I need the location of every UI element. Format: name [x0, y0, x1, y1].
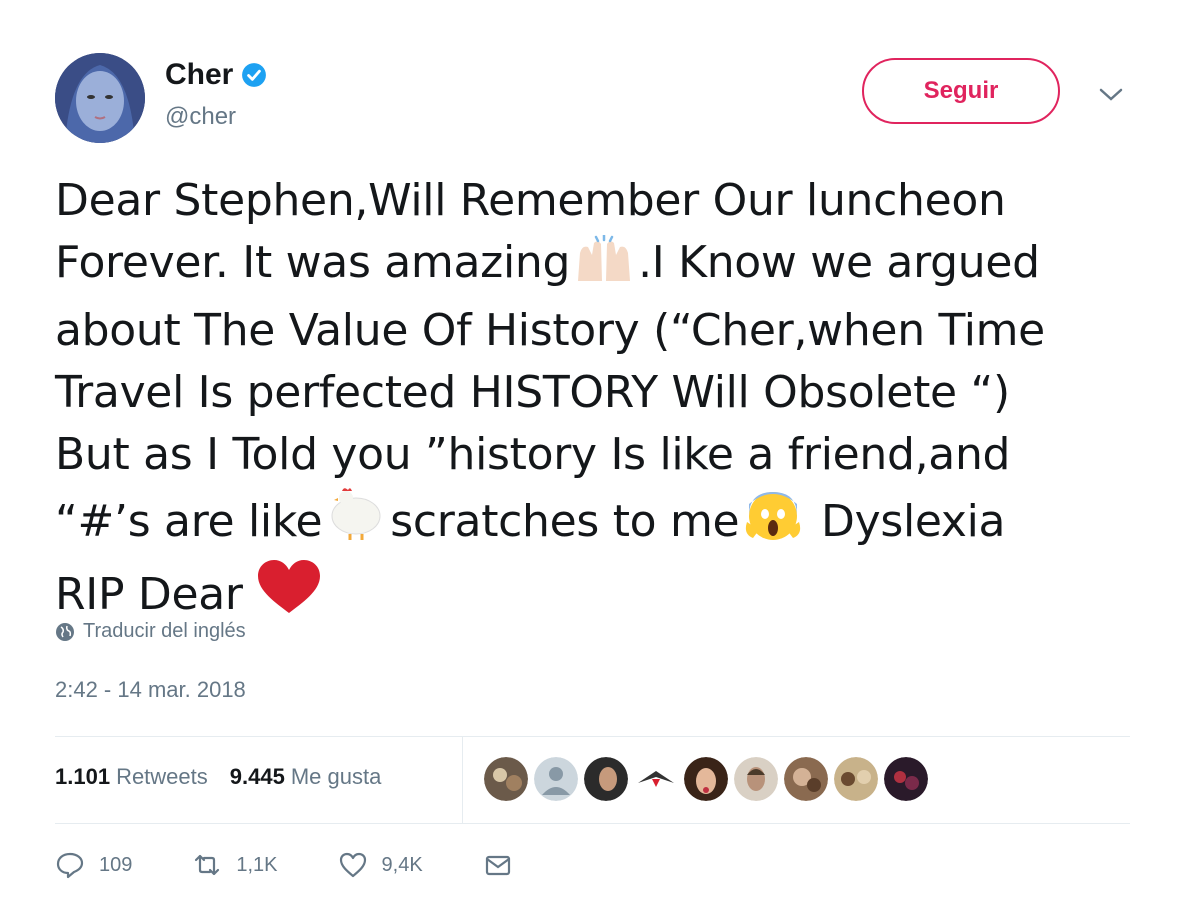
display-name[interactable]: Cher [165, 58, 267, 92]
avatar[interactable] [734, 757, 778, 801]
red-heart-emoji-icon [256, 559, 322, 632]
tweet-line: “#’s are like scratches to me Dyslexia [55, 486, 1135, 559]
avatar[interactable] [884, 757, 928, 801]
avatar[interactable] [55, 53, 145, 143]
translate-label[interactable]: Traducir del inglés [83, 620, 246, 643]
chevron-down-icon[interactable] [1098, 86, 1124, 104]
retweets-count[interactable]: 1.101 [55, 764, 110, 789]
liker-avatars [484, 757, 928, 801]
raising-hands-emoji-icon [570, 233, 638, 300]
like-count: 9,4K [381, 853, 423, 876]
avatar[interactable] [634, 757, 678, 801]
avatar[interactable] [784, 757, 828, 801]
retweet-icon [195, 854, 220, 876]
like-button[interactable]: 9,4K [338, 850, 423, 880]
reply-count: 109 [99, 853, 133, 876]
tweet-line: about The Value Of History (“Cher,when T… [55, 305, 1045, 356]
screaming-face-emoji-icon [739, 486, 807, 559]
tweet-line-part: Dyslexia [807, 496, 1006, 547]
tweet-line-part: Forever. It was amazing [55, 237, 571, 288]
retweets-label[interactable]: Retweets [116, 764, 208, 789]
likes-label[interactable]: Me gusta [291, 764, 382, 789]
envelope-icon [485, 855, 510, 876]
tweet-line-part: scratches to me [390, 496, 740, 547]
avatar[interactable] [584, 757, 628, 801]
likes-count[interactable]: 9.445 [230, 764, 285, 789]
follow-button[interactable]: Seguir [862, 58, 1060, 124]
verified-badge-icon [242, 63, 267, 87]
reply-icon [56, 852, 84, 879]
tweet-line: But as I Told you ”history Is like a fri… [55, 429, 1011, 480]
avatar[interactable] [834, 757, 878, 801]
heart-icon [339, 852, 366, 878]
avatar[interactable] [534, 757, 578, 801]
divider [55, 823, 1130, 824]
tweet-actions: 109 1,1K 9,4K [55, 850, 573, 880]
tweet-text: Dear Stephen,Will Remember Our luncheon … [55, 170, 1135, 632]
translate-link[interactable]: Traducir del inglés [55, 620, 246, 643]
chicken-emoji-icon [322, 486, 390, 559]
tweet-line: Travel Is perfected HISTORY Will Obsolet… [55, 367, 1010, 418]
retweet-button[interactable]: 1,1K [192, 850, 278, 880]
message-button[interactable] [483, 850, 513, 880]
divider [55, 736, 1130, 737]
tweet-timestamp[interactable]: 2:42 - 14 mar. 2018 [55, 677, 246, 703]
tweet-line-part: “#’s are like [55, 496, 323, 547]
tweet-stats: 1.101 Retweets 9.445 Me gusta [55, 764, 381, 790]
tweet-line-part: RIP Dear [55, 569, 257, 620]
retweets-stat[interactable]: 1.101 Retweets [55, 764, 208, 790]
likes-stat[interactable]: 9.445 Me gusta [230, 764, 382, 790]
user-handle[interactable]: @cher [165, 103, 236, 131]
avatar[interactable] [684, 757, 728, 801]
globe-icon [56, 622, 74, 641]
divider [462, 737, 463, 823]
retweet-count: 1,1K [236, 853, 278, 876]
display-name-text[interactable]: Cher [165, 58, 233, 92]
reply-button[interactable]: 109 [55, 850, 132, 880]
tweet-line: Dear Stephen,Will Remember Our luncheon [55, 175, 1006, 226]
tweet-line-part: .I Know we argued [638, 237, 1040, 288]
avatar[interactable] [484, 757, 528, 801]
tweet-line: Forever. It was amazing .I Know we argue… [55, 232, 1135, 300]
